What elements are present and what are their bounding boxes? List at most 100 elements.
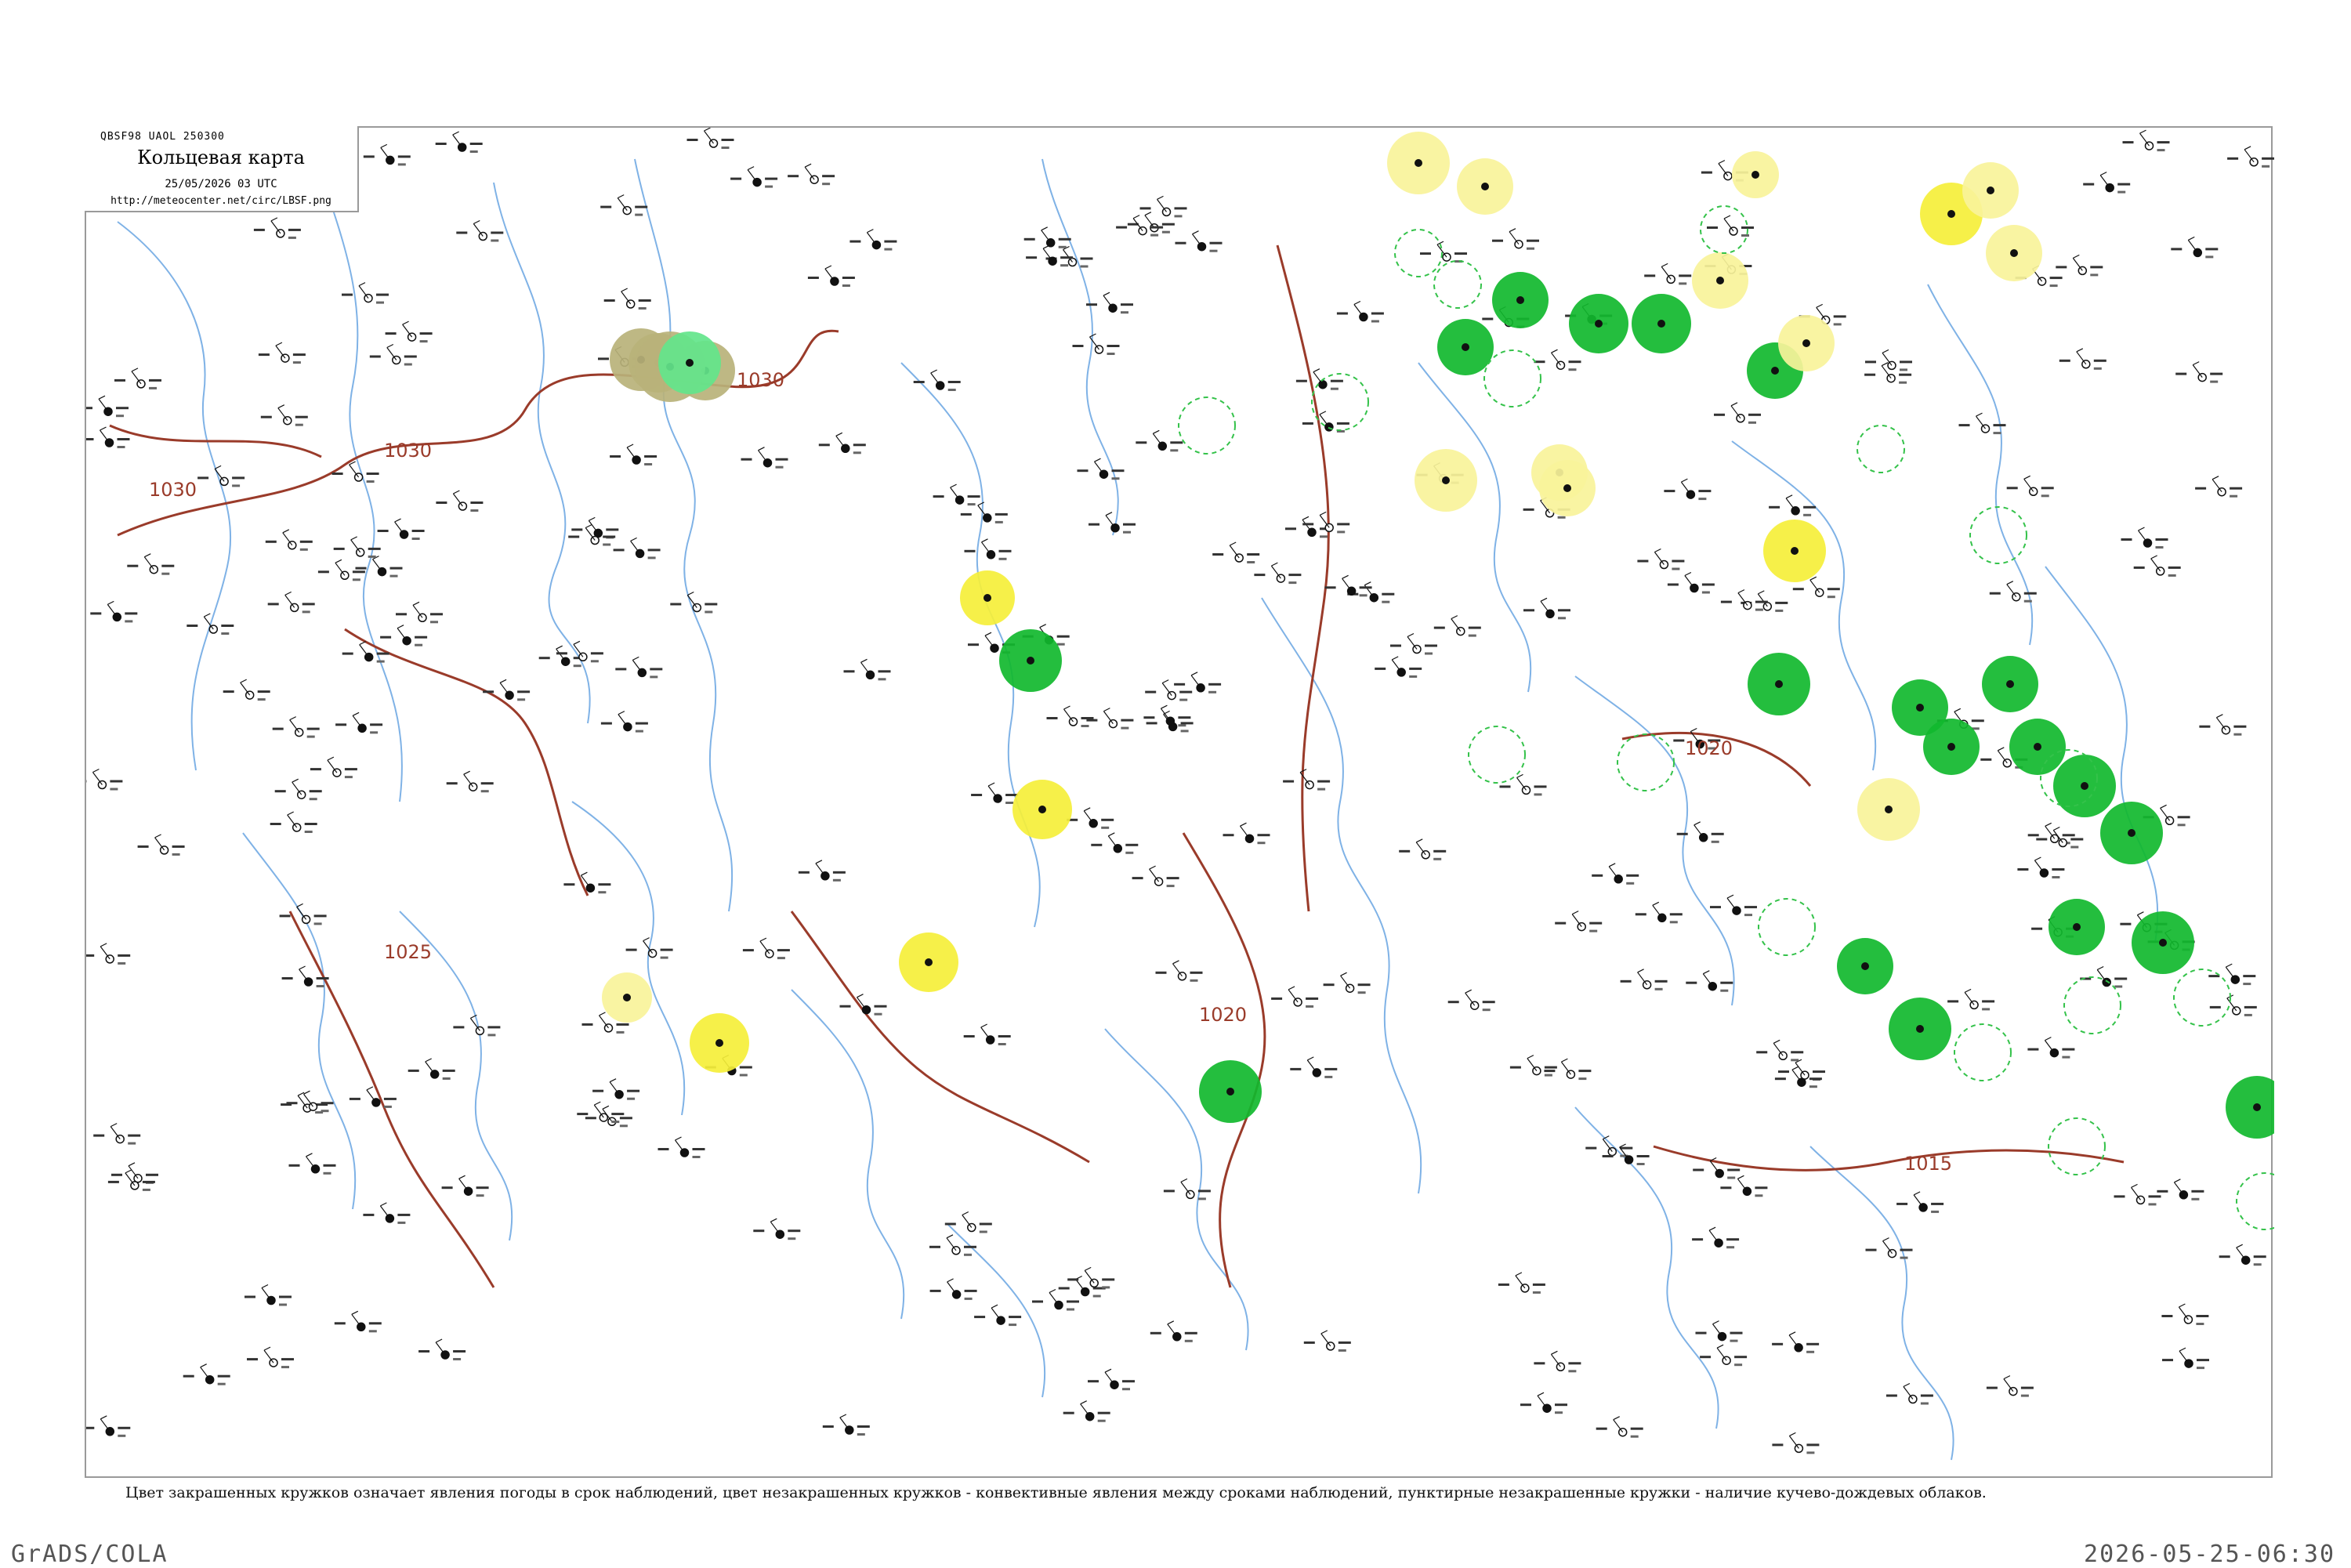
station-marker — [342, 642, 389, 663]
value-tick — [1433, 850, 1446, 853]
value-tick — [1121, 311, 1128, 313]
value-tick — [2123, 141, 2134, 143]
wind-barb-feather — [1108, 833, 1114, 836]
wind-barb-feather — [1157, 196, 1164, 199]
cb-cloud-ring — [1970, 507, 2027, 563]
value-tick — [617, 1023, 629, 1026]
value-tick — [1834, 323, 1842, 325]
wind-barb-feather — [1392, 657, 1398, 660]
value-tick — [1755, 609, 1763, 611]
value-tick — [456, 232, 467, 234]
wind-barb — [1153, 433, 1162, 446]
value-tick — [823, 1425, 834, 1428]
value-tick — [470, 143, 483, 145]
wind-barb — [2193, 365, 2202, 378]
wind-barb — [100, 1419, 110, 1432]
wind-barb — [1150, 869, 1159, 882]
value-tick — [1454, 252, 1467, 255]
value-tick — [317, 985, 324, 987]
station-marker — [1886, 1384, 1933, 1405]
value-tick — [86, 954, 94, 957]
source-url[interactable]: http://meteocenter.net/circ/LBSF.png — [85, 195, 357, 207]
value-tick — [1175, 215, 1183, 217]
wind-barb — [805, 167, 814, 179]
station-circle — [206, 1376, 214, 1384]
river-18 — [1810, 1146, 1954, 1460]
value-tick — [1059, 246, 1067, 248]
isobar-1 — [110, 425, 321, 457]
station-marker — [1136, 430, 1183, 451]
value-tick — [965, 550, 976, 552]
value-tick — [965, 1290, 977, 1292]
value-tick — [1900, 1257, 1908, 1259]
value-tick — [1358, 983, 1371, 986]
value-tick — [317, 977, 329, 980]
isobar-label-1: 1030 — [149, 479, 197, 501]
value-tick — [568, 536, 579, 538]
value-tick — [740, 1066, 752, 1069]
value-tick — [1325, 586, 1336, 588]
value-tick — [247, 1358, 258, 1360]
value-tick — [1107, 353, 1115, 355]
value-tick — [114, 379, 125, 382]
value-tick — [2050, 284, 2058, 287]
isobar-label-2: 1030 — [384, 440, 432, 462]
value-tick — [369, 1330, 377, 1332]
value-tick — [1223, 834, 1234, 836]
value-tick — [1558, 617, 1566, 619]
value-tick — [1734, 1356, 1747, 1358]
value-tick — [620, 1124, 628, 1127]
value-tick — [1086, 719, 1097, 722]
value-tick — [1527, 240, 1539, 242]
value-tick — [2062, 1056, 2070, 1059]
value-tick — [620, 1117, 632, 1119]
value-tick — [1469, 627, 1481, 629]
value-tick — [2156, 538, 2168, 541]
station-marker — [1534, 1351, 1581, 1372]
value-tick — [1806, 1351, 1814, 1353]
wind-barb-feather — [403, 321, 409, 324]
value-tick — [1063, 1412, 1074, 1414]
value-tick — [318, 570, 329, 573]
wind-barb — [2174, 1182, 2183, 1195]
value-tick — [1208, 691, 1216, 693]
wind-barb-feather — [1320, 512, 1326, 515]
station-marker — [275, 779, 322, 800]
value-tick — [1285, 527, 1296, 530]
value-tick — [2028, 834, 2039, 836]
wind-barb-feather — [1064, 706, 1070, 709]
wind-barb-feather — [351, 537, 357, 540]
wind-barb — [991, 1308, 1001, 1320]
wind-barb — [1773, 1043, 1783, 1056]
value-tick — [1748, 422, 1756, 424]
value-tick — [310, 768, 321, 770]
value-tick — [833, 879, 841, 882]
cb-cloud-ring — [1857, 425, 1904, 473]
value-tick — [822, 175, 835, 177]
value-tick — [788, 1229, 800, 1232]
value-tick — [2117, 191, 2125, 194]
value-tick — [1748, 414, 1761, 416]
value-tick — [777, 949, 790, 951]
render-timestamp: 2026-05-25-06:30 — [2084, 1541, 2335, 1568]
station-circle — [1415, 159, 1422, 167]
value-tick — [1358, 991, 1366, 994]
value-tick — [1589, 930, 1597, 932]
station-marker — [604, 288, 651, 310]
value-tick — [491, 240, 498, 242]
value-tick — [1434, 627, 1445, 629]
wind-barb — [2139, 531, 2148, 543]
wind-barb — [982, 542, 991, 555]
value-tick — [1032, 1301, 1043, 1303]
value-tick — [585, 1117, 596, 1119]
value-tick — [118, 438, 130, 440]
wind-barb-feather — [1685, 573, 1691, 576]
value-tick — [2196, 1315, 2208, 1317]
value-tick — [1482, 318, 1493, 320]
value-tick — [1806, 1443, 1819, 1446]
wind-barb-feather — [1976, 413, 1983, 416]
wind-barb — [1173, 964, 1183, 976]
station-marker — [1086, 292, 1133, 313]
station-marker — [615, 657, 662, 678]
wind-barb — [1541, 601, 1550, 614]
